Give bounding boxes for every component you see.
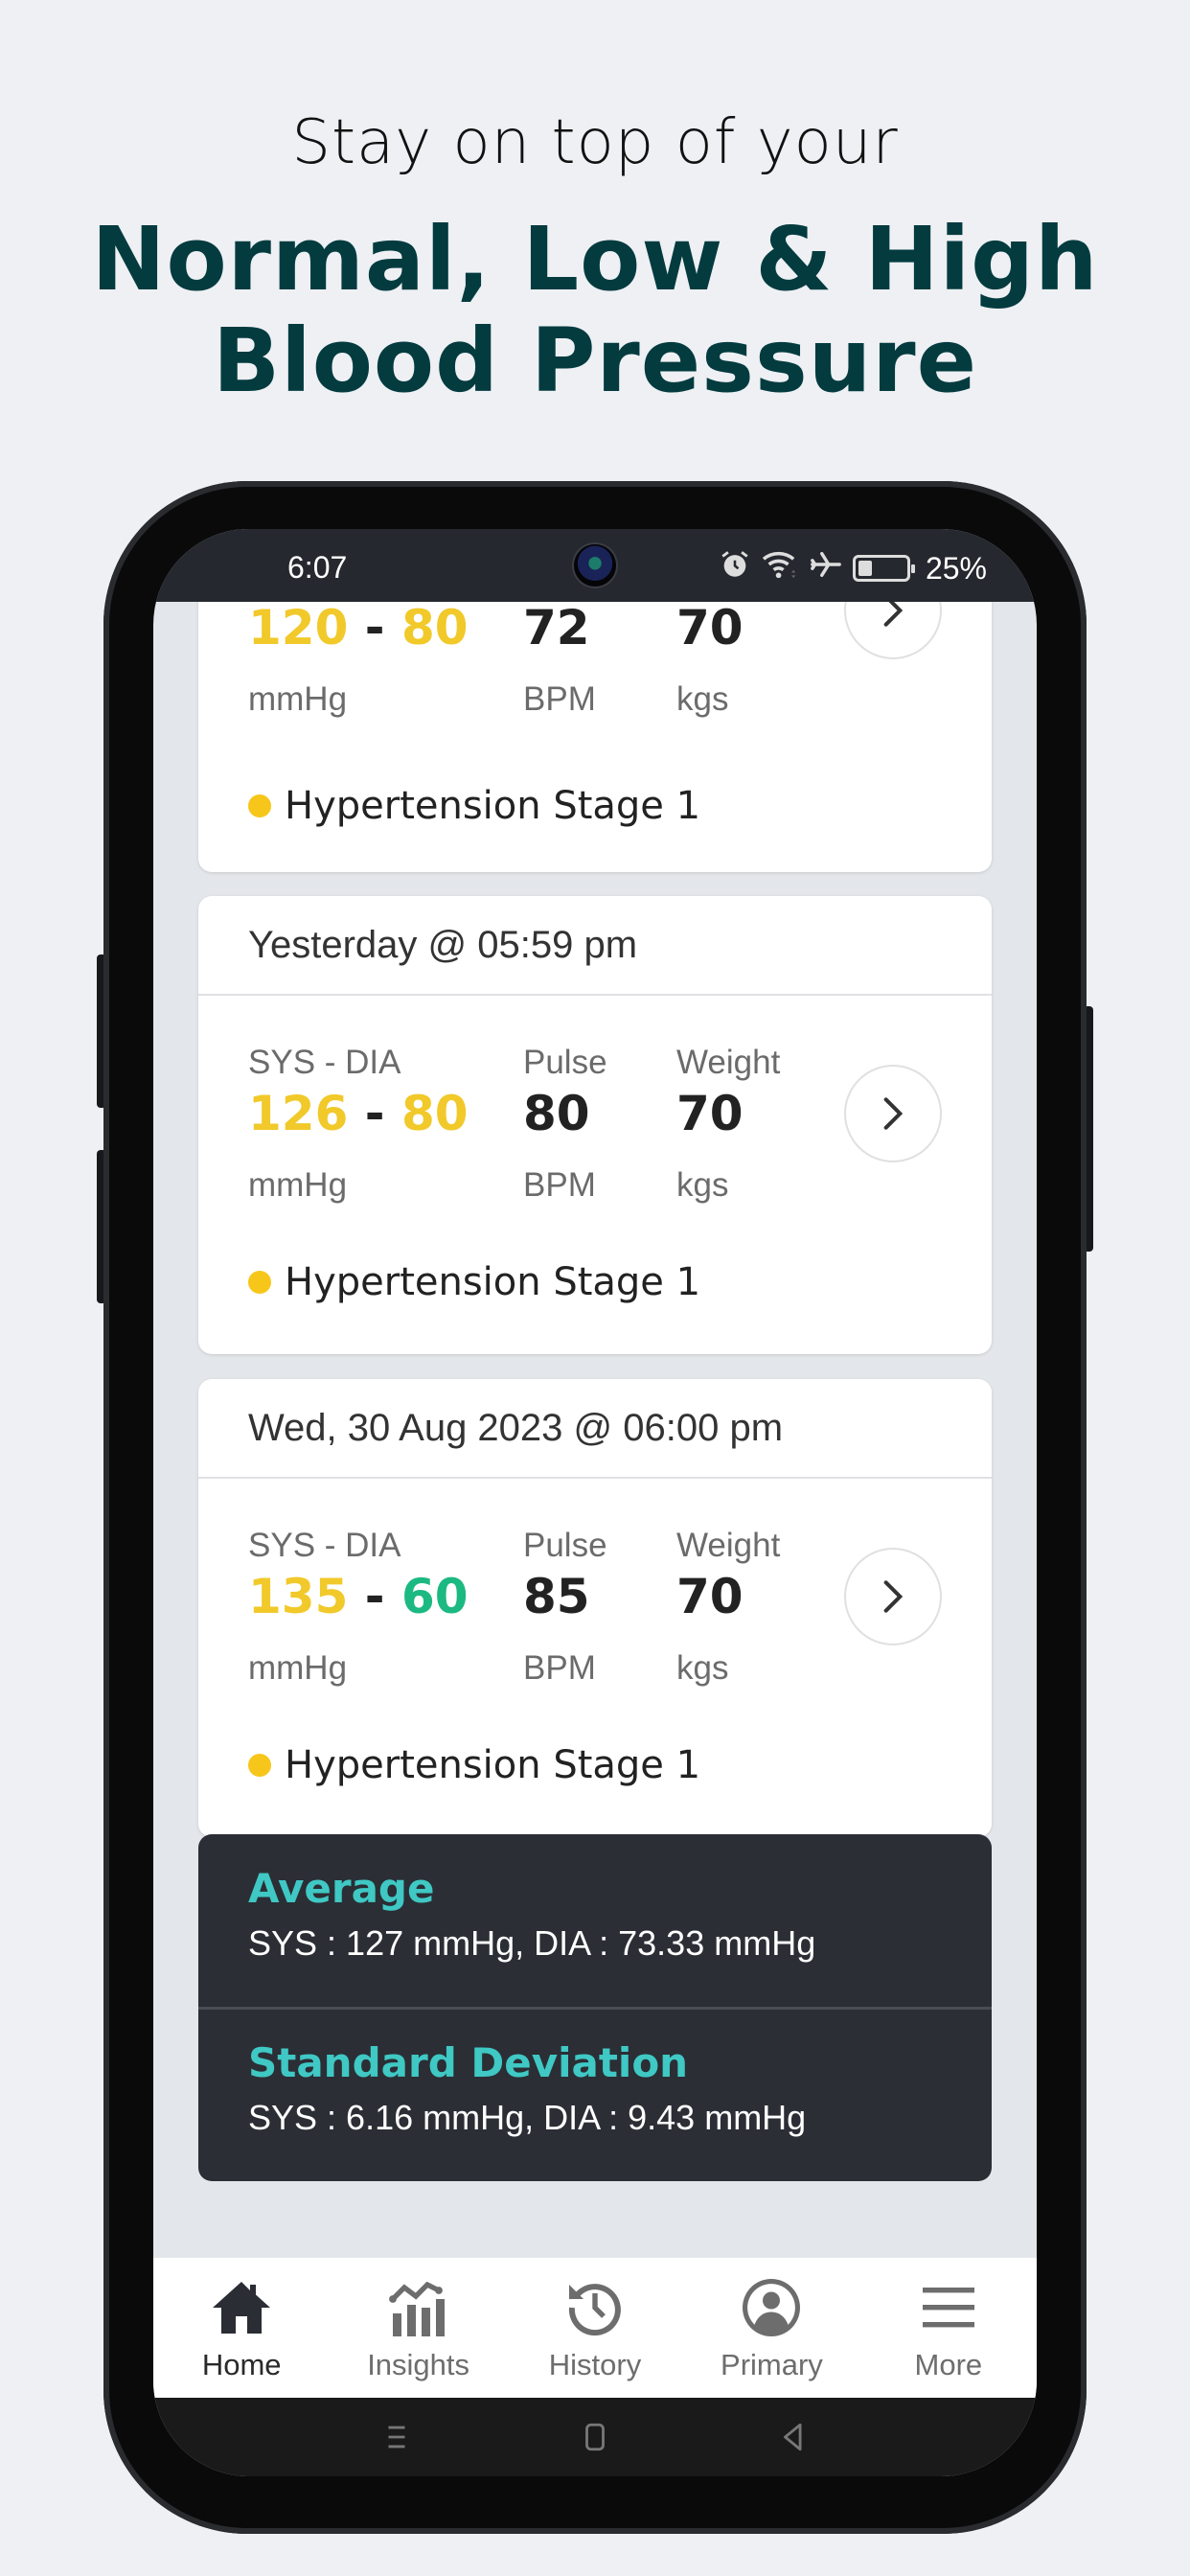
status-dot — [248, 794, 271, 817]
weight-unit: kgs — [676, 1649, 729, 1687]
battery-percent: 25% — [925, 550, 987, 586]
bp-value: 126 - 80 — [248, 1086, 469, 1141]
front-camera — [574, 544, 616, 586]
bp-dash: - — [348, 602, 401, 656]
dia-value: 60 — [400, 1569, 469, 1624]
status-bar: 6:07 25% — [153, 529, 1037, 602]
wifi-icon — [761, 548, 799, 588]
tab-primary[interactable]: Primary — [683, 2258, 859, 2398]
weight-label: Weight — [676, 1527, 781, 1564]
phone-frame: 6:07 25% 120 - 80 mmHg 72 BPM 70 kgs Hyp… — [103, 481, 1087, 2534]
status-label: Hypertension Stage 1 — [285, 1260, 701, 1304]
reading-card[interactable]: Yesterday @ 05:59 pm SYS - DIA 126 - 80 … — [198, 896, 992, 1354]
stddev-value: SYS : 6.16 mmHg, DIA : 9.43 mmHg — [248, 2098, 807, 2137]
tab-label: Insights — [367, 2348, 470, 2381]
pulse-unit: BPM — [523, 680, 596, 718]
promo-subtitle: Stay on top of your — [291, 107, 899, 178]
status-label: Hypertension Stage 1 — [285, 784, 701, 828]
sys-value: 135 — [248, 1569, 349, 1624]
reading-card[interactable]: Wed, 30 Aug 2023 @ 06:00 pm SYS - DIA 13… — [198, 1379, 992, 1837]
user-profile-icon — [743, 2279, 801, 2336]
reading-card[interactable]: 120 - 80 mmHg 72 BPM 70 kgs Hypertension… — [198, 602, 992, 872]
pulse-value: 85 — [523, 1569, 590, 1624]
pulse-value: 80 — [523, 1086, 590, 1141]
tab-insights[interactable]: Insights — [330, 2258, 506, 2398]
airplane-icon — [809, 548, 843, 588]
chevron-right-icon — [883, 1097, 904, 1130]
dia-value: 80 — [400, 1086, 469, 1141]
bp-unit: mmHg — [248, 1166, 348, 1204]
promo-title: Normal, Low & High Blood Pressure — [0, 209, 1190, 412]
pulse-label: Pulse — [523, 1044, 607, 1081]
status-dot — [248, 1271, 271, 1294]
history-clock-icon — [568, 2284, 621, 2336]
battery-icon — [852, 555, 915, 582]
system-navigation-bar — [153, 2398, 1037, 2476]
weight-value: 70 — [676, 1569, 744, 1624]
average-value: SYS : 127 mmHg, DIA : 73.33 mmHg — [248, 1923, 816, 1963]
bottom-tab-bar: Home Insights History Primary More — [153, 2258, 1037, 2398]
home-icon — [213, 2282, 271, 2334]
pulse-unit: BPM — [523, 1649, 596, 1687]
promo-title-line-2: Blood Pressure — [213, 310, 977, 412]
pulse-value: 72 — [523, 602, 590, 656]
alarm-icon — [719, 548, 751, 588]
sys-value: 126 — [248, 1086, 349, 1141]
tab-home[interactable]: Home — [153, 2258, 330, 2398]
insights-chart-icon — [388, 2281, 445, 2336]
reading-date: Wed, 30 Aug 2023 @ 06:00 pm — [198, 1379, 992, 1479]
tab-label: Home — [201, 2348, 282, 2381]
dia-value: 80 — [400, 602, 469, 656]
hamburger-menu-icon — [922, 2288, 974, 2328]
bp-dash: - — [348, 1086, 401, 1141]
chevron-right-icon — [883, 1580, 904, 1613]
bp-unit: mmHg — [248, 1649, 348, 1687]
open-reading-button[interactable] — [844, 1548, 942, 1645]
pulse-label: Pulse — [523, 1527, 607, 1564]
bp-value: 135 - 60 — [248, 1569, 469, 1624]
status-time: 6:07 — [287, 550, 348, 585]
weight-value: 70 — [676, 1086, 744, 1141]
sys-value: 120 — [248, 602, 349, 656]
recents-icon[interactable] — [380, 2421, 413, 2453]
bp-unit: mmHg — [248, 680, 348, 718]
back-icon[interactable] — [777, 2421, 810, 2453]
readings-list[interactable]: 120 - 80 mmHg 72 BPM 70 kgs Hypertension… — [153, 602, 1037, 2258]
weight-unit: kgs — [676, 1166, 729, 1204]
weight-value: 70 — [676, 602, 744, 656]
phone-screen: 6:07 25% 120 - 80 mmHg 72 BPM 70 kgs Hyp… — [153, 529, 1037, 2476]
weight-label: Weight — [676, 1044, 781, 1081]
status-dot — [248, 1754, 271, 1777]
open-reading-button[interactable] — [844, 1065, 942, 1162]
home-button-icon[interactable] — [579, 2421, 611, 2453]
promo-title-line-1: Normal, Low & High — [91, 208, 1099, 310]
sys-dia-label: SYS - DIA — [248, 1527, 401, 1564]
stddev-title: Standard Deviation — [248, 2039, 689, 2086]
status-label: Hypertension Stage 1 — [285, 1743, 701, 1787]
tab-label: More — [914, 2348, 983, 2381]
weight-unit: kgs — [676, 680, 729, 718]
tab-history[interactable]: History — [507, 2258, 683, 2398]
tab-more[interactable]: More — [860, 2258, 1037, 2398]
open-reading-button[interactable] — [844, 602, 942, 659]
statistics-card: Average SYS : 127 mmHg, DIA : 73.33 mmHg… — [198, 1834, 992, 2181]
tab-label: Primary — [721, 2348, 823, 2381]
bp-dash: - — [348, 1569, 401, 1624]
bp-value: 120 - 80 — [248, 602, 469, 656]
stats-divider — [198, 2007, 992, 2010]
average-title: Average — [248, 1865, 435, 1912]
tab-label: History — [548, 2348, 642, 2381]
chevron-right-icon — [883, 602, 904, 627]
sys-dia-label: SYS - DIA — [248, 1044, 401, 1081]
reading-date: Yesterday @ 05:59 pm — [198, 896, 992, 996]
pulse-unit: BPM — [523, 1166, 596, 1204]
